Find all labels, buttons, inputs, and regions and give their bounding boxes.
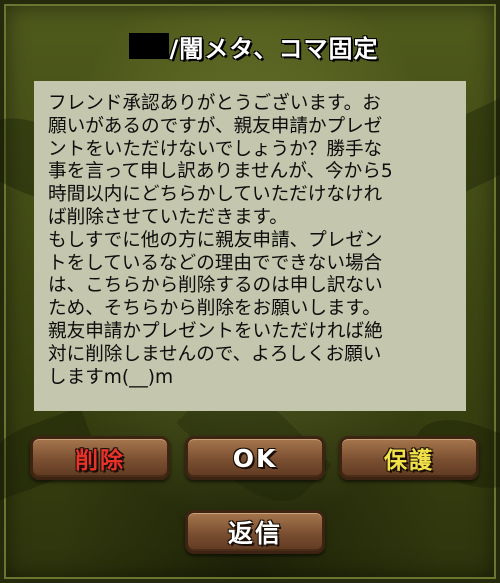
message-panel: フレンド承認ありがとうございます。お 願いがあるのですが、親友申請かプレゼ ント… <box>34 81 466 411</box>
reply-button[interactable]: 返信 <box>185 510 325 554</box>
delete-button-label: 削除 <box>75 448 125 474</box>
dialog-title: /闇メタ、コマ固定 <box>4 26 500 66</box>
dialog-title-text: /闇メタ、コマ固定 <box>169 34 379 63</box>
reply-button-label: 返信 <box>227 519 282 548</box>
redacted-name-block <box>129 33 170 59</box>
message-dialog: /闇メタ、コマ固定 フレンド承認ありがとうございます。お 願いがあるのですが、親… <box>0 0 500 583</box>
delete-button[interactable]: 削除 <box>30 436 170 480</box>
protect-button-label: 保護 <box>384 448 434 474</box>
protect-button[interactable]: 保護 <box>339 436 479 480</box>
ok-button-label: OK <box>232 443 278 473</box>
ok-button[interactable]: OK <box>185 436 325 480</box>
message-body: フレンド承認ありがとうございます。お 願いがあるのですが、親友申請かプレゼ ント… <box>48 93 393 388</box>
